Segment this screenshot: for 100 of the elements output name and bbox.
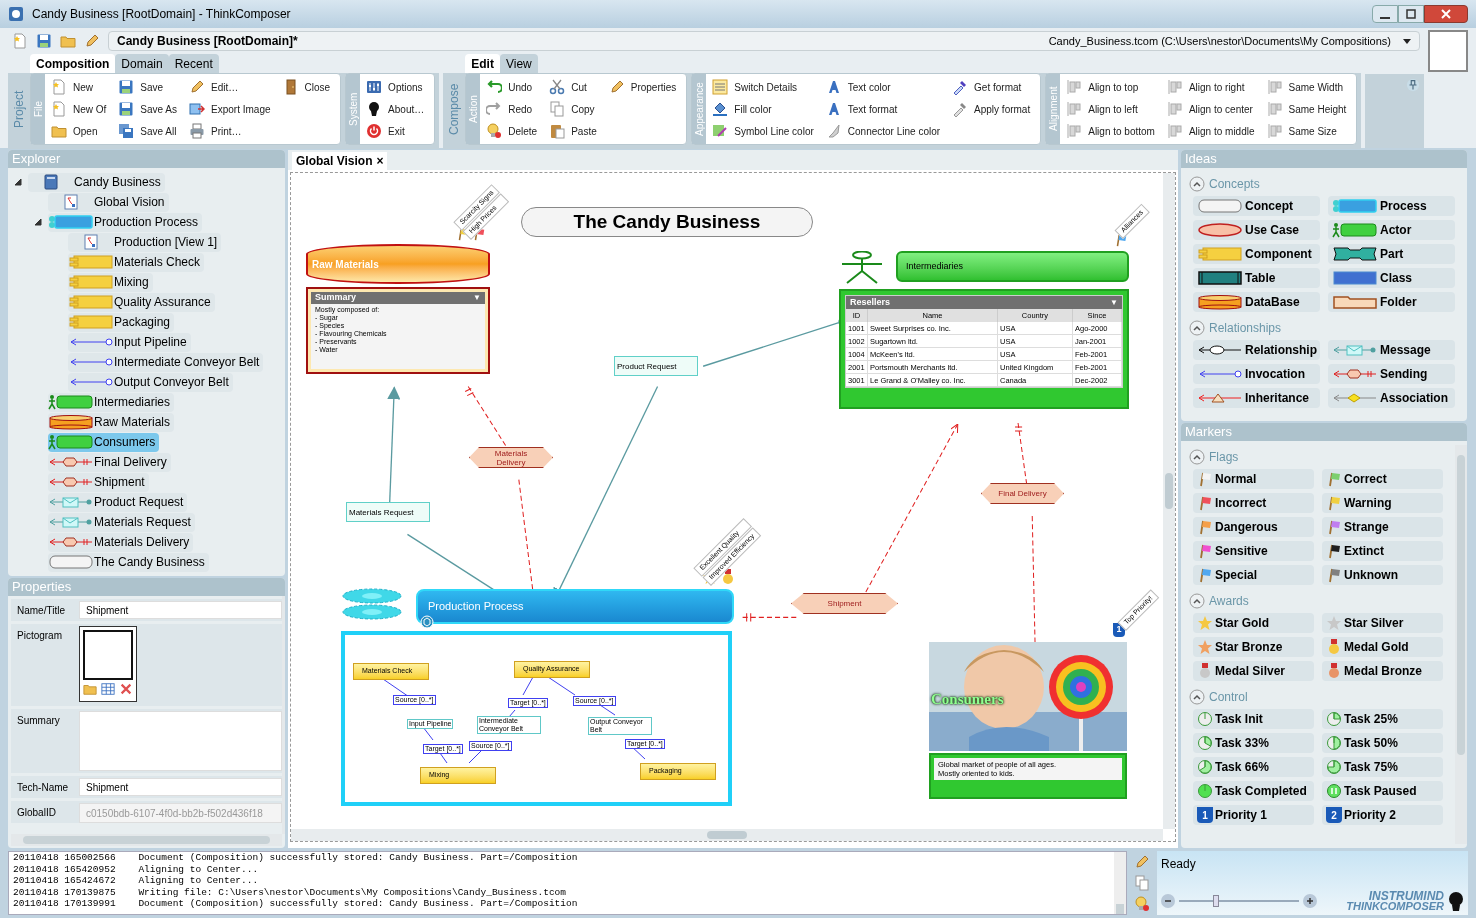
ribbon-command[interactable]: Text format (825, 98, 945, 120)
ribbon-command[interactable]: New Of (51, 98, 111, 120)
palette-item[interactable]: Task Paused (1322, 781, 1443, 801)
tree-item[interactable]: Packaging (68, 312, 175, 332)
palette-item[interactable]: Table (1193, 268, 1320, 288)
collapse-toggle-icon[interactable] (1189, 593, 1205, 609)
tree-item[interactable]: Global Vision (48, 192, 169, 212)
ribbon-tab[interactable]: View (499, 54, 538, 73)
collapse-toggle[interactable]: ▼ (1110, 296, 1118, 309)
palette-item[interactable]: Star Bronze (1193, 637, 1314, 657)
zoom-slider[interactable] (1179, 895, 1299, 907)
ribbon-command[interactable]: New (51, 76, 111, 98)
palette-item[interactable]: Relationship (1193, 340, 1320, 360)
palette-item[interactable]: Strange (1322, 517, 1443, 537)
ribbon-command[interactable]: Align to right (1166, 76, 1259, 98)
maximize-button[interactable] (1398, 5, 1424, 23)
ribbon-command[interactable]: Edit… (189, 76, 275, 98)
ribbon-command[interactable]: Same Size (1266, 120, 1351, 142)
ribbon-command[interactable]: Same Height (1266, 98, 1351, 120)
ribbon-tab[interactable]: Domain (115, 54, 169, 73)
minimize-button[interactable] (1372, 5, 1398, 23)
ribbon-command[interactable]: Connector Line color (825, 120, 945, 142)
tree-item[interactable]: Materials Check (68, 252, 205, 272)
palette-item[interactable]: Actor (1328, 220, 1455, 240)
document-name-field[interactable]: Candy Business [RootDomain]* Candy_Business.tcom (C:\Users\nestor\Documents\My Compositions) (108, 31, 1420, 51)
ribbon-command[interactable]: Undo (486, 76, 542, 98)
ribbon-command[interactable]: Cut (549, 76, 601, 98)
ribbon-tab[interactable]: Composition (30, 54, 116, 73)
tree-item[interactable]: Intermediaries (48, 392, 175, 412)
text-field[interactable]: Shipment (79, 601, 282, 619)
ribbon-command[interactable]: Align to middle (1166, 120, 1259, 142)
ribbon-command[interactable]: Exit (366, 120, 429, 142)
ribbon-command[interactable]: Symbol Line color (712, 120, 818, 142)
palette-item[interactable]: Star Silver (1322, 613, 1443, 633)
tree-item[interactable]: Product Request (48, 492, 188, 512)
ribbon-command[interactable]: Close (282, 76, 335, 98)
palette-item[interactable]: Medal Silver (1193, 661, 1314, 681)
palette-item[interactable]: Invocation (1193, 364, 1320, 384)
palette-item[interactable]: Part (1328, 244, 1455, 264)
tree-item[interactable]: Production Process (48, 212, 203, 232)
ribbon-command[interactable]: Properties (608, 76, 681, 98)
text-field[interactable]: Shipment (79, 778, 282, 796)
horizontal-scrollbar[interactable] (11, 834, 282, 846)
ribbon-command[interactable]: Same Width (1266, 76, 1351, 98)
ribbon-command[interactable]: Save (118, 76, 182, 98)
palette-item[interactable]: Extinct (1322, 541, 1443, 561)
palette-item[interactable]: Inheritance (1193, 388, 1320, 408)
ribbon-command[interactable]: Redo (486, 98, 542, 120)
palette-item[interactable]: Incorrect (1193, 493, 1314, 513)
ribbon-command[interactable]: Export Image (189, 98, 275, 120)
tree-item[interactable]: Input Pipeline (68, 332, 191, 352)
horizontal-scrollbar[interactable] (291, 829, 1163, 841)
tree-item[interactable]: Mixing (68, 272, 153, 292)
palette-item[interactable]: Task 66% (1193, 757, 1314, 777)
palette-item[interactable]: Special (1193, 565, 1314, 585)
collapse-toggle-icon[interactable] (1189, 320, 1205, 336)
ribbon-command[interactable]: Paste (549, 120, 601, 142)
palette-item[interactable]: Correct (1322, 469, 1443, 489)
tree-item[interactable]: Raw Materials (48, 412, 175, 432)
ribbon-command[interactable]: Delete (486, 120, 542, 142)
close-button[interactable] (1424, 5, 1468, 23)
palette-item[interactable]: Warning (1322, 493, 1443, 513)
collapse-toggle-icon[interactable] (1189, 449, 1205, 465)
ribbon-command[interactable]: Align to left (1066, 98, 1159, 120)
collapse-toggle-icon[interactable] (1189, 176, 1205, 192)
ribbon-command[interactable]: Align to top (1066, 76, 1159, 98)
collapse-toggle[interactable]: ▼ (473, 292, 481, 304)
tab-close-button[interactable]: × (376, 152, 384, 170)
ribbon-command[interactable]: Fill color (712, 98, 818, 120)
tree-item[interactable]: Materials Delivery (48, 532, 194, 552)
palette-item[interactable]: Concept (1193, 196, 1320, 216)
ribbon-command[interactable]: Copy (549, 98, 601, 120)
palette-item[interactable]: Task 50% (1322, 733, 1443, 753)
zoom-in-button[interactable] (1303, 894, 1317, 908)
tree-item[interactable]: Candy Business (28, 172, 165, 192)
ribbon-command[interactable]: Text color (825, 76, 945, 98)
ribbon-command[interactable]: Align to bottom (1066, 120, 1159, 142)
tree-item[interactable]: Output Conveyor Belt (68, 372, 233, 392)
collapse-toggle-icon[interactable] (1189, 689, 1205, 705)
tree-item[interactable]: Quality Assurance (68, 292, 215, 312)
palette-item[interactable]: Task Init (1193, 709, 1314, 729)
expand-toggle-icon[interactable] (13, 177, 23, 187)
palette-item[interactable]: Message (1328, 340, 1455, 360)
ribbon-command[interactable]: Get format (952, 76, 1035, 98)
ribbon-command[interactable]: Switch Details (712, 76, 818, 98)
ribbon-command[interactable]: Print… (189, 120, 275, 142)
zoom-out-button[interactable] (1161, 894, 1175, 908)
palette-item[interactable]: Dangerous (1193, 517, 1314, 537)
palette-item[interactable]: Sensitive (1193, 541, 1314, 561)
palette-item[interactable]: 1 Priority 1 (1193, 805, 1314, 825)
ribbon-command[interactable]: Open (51, 120, 111, 142)
tree-item[interactable]: Materials Request (48, 512, 195, 532)
palette-item[interactable]: Unknown (1322, 565, 1443, 585)
tree-item[interactable]: Shipment (48, 472, 149, 492)
palette-item[interactable]: Task 25% (1322, 709, 1443, 729)
expand-toggle-icon[interactable] (33, 217, 43, 227)
palette-item[interactable]: Medal Bronze (1322, 661, 1443, 681)
document-tab[interactable]: Global Vision × (292, 152, 388, 170)
ribbon-command[interactable]: Save All (118, 120, 182, 142)
palette-item[interactable]: Task 33% (1193, 733, 1314, 753)
